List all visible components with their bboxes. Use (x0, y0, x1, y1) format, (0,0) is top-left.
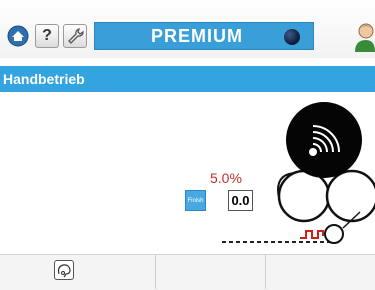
machine-diagram (222, 102, 375, 244)
operator-icon (57, 264, 71, 278)
signal-icon (300, 230, 324, 239)
finish-button[interactable]: Finish (185, 190, 206, 211)
speed-percentage: 5.0% (210, 170, 242, 186)
roller-right (325, 169, 375, 223)
value-field[interactable]: 0.0 (228, 190, 253, 211)
sensor-head (286, 102, 362, 178)
operator-button[interactable] (54, 260, 74, 280)
roller-left (277, 169, 331, 223)
roller-small (324, 224, 344, 244)
bottom-divider (155, 254, 156, 289)
bottom-divider (265, 254, 266, 289)
